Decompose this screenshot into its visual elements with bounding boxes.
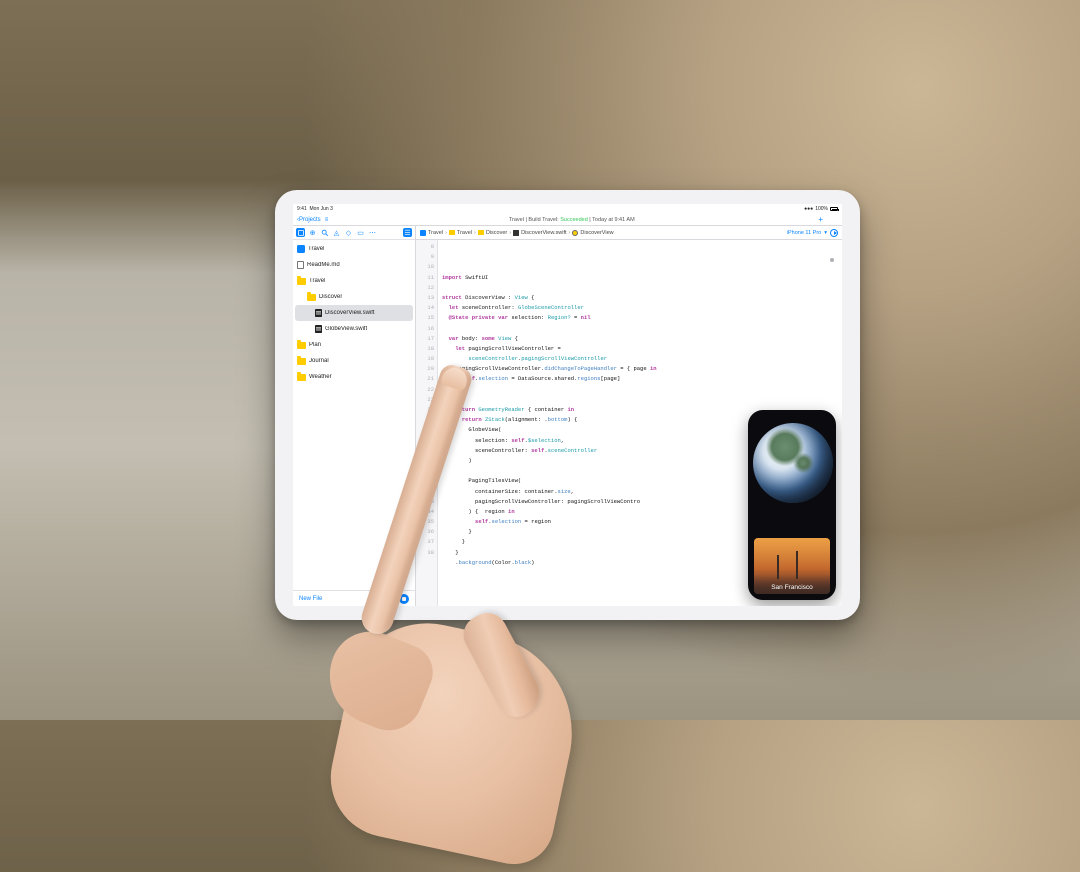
navigator-tabs: ⊕ ◬ ◇ ▭ ⋯ ☰ [293, 226, 415, 240]
folder-icon [297, 358, 306, 365]
editor-pane: Travel›Travel›Discover›DiscoverView.swif… [416, 226, 842, 606]
debug-nav-icon[interactable]: ▭ [356, 228, 365, 237]
line-gutter: 8910111213141516171819202122232425262728… [416, 240, 438, 606]
file-name: Weather [309, 374, 332, 380]
title-bar: ‹Projects ≡ Travel | Build Travel: Succe… [293, 214, 842, 226]
gear-icon [572, 230, 578, 236]
file-name: Travel [309, 278, 325, 284]
file-row[interactable]: Travel [293, 241, 415, 257]
test-nav-icon[interactable]: ◇ [344, 228, 353, 237]
add-button[interactable]: + [815, 215, 826, 224]
file-row[interactable]: DiscoverView.swift [295, 305, 413, 321]
project-nav-icon[interactable] [296, 228, 305, 237]
file-name: Discover [319, 294, 342, 300]
ipad-device: 9:41 Mon Jun 3 ●●● 100% ‹Projects ≡ Trav… [275, 190, 860, 620]
destination-tile: San Francisco [754, 538, 830, 594]
file-row[interactable]: Plan [293, 337, 415, 353]
status-indicators: ●●● 100% [804, 206, 838, 212]
battery-icon [830, 207, 838, 211]
file-row[interactable]: Journal [293, 353, 415, 369]
back-button[interactable]: ‹Projects [297, 217, 321, 223]
globe-image [753, 423, 833, 503]
breadcrumb-item[interactable]: Discover [478, 230, 507, 236]
build-status: Travel | Build Travel: Succeeded | Today… [332, 217, 811, 223]
tile-label: San Francisco [754, 584, 830, 591]
swift-file-icon [315, 309, 322, 317]
xcode-app: 9:41 Mon Jun 3 ●●● 100% ‹Projects ≡ Trav… [293, 204, 842, 606]
folder-icon [297, 278, 306, 285]
navigator-sidebar: ⊕ ◬ ◇ ▭ ⋯ ☰ Travel ReadMe.md Travel Discove… [293, 226, 416, 606]
source-control-icon[interactable]: ⊕ [308, 228, 317, 237]
jump-bar[interactable]: Travel›Travel›Discover›DiscoverView.swif… [416, 226, 842, 240]
breadcrumb-item[interactable]: DiscoverView.swift [513, 230, 566, 236]
folder-icon [297, 342, 306, 349]
lines-icon[interactable]: ≡ [325, 217, 329, 223]
file-tree: Travel ReadMe.md Travel Discover DiscoverVie… [293, 240, 415, 590]
file-row[interactable]: Travel [293, 273, 415, 289]
canvas-preview[interactable]: San Francisco [748, 410, 836, 600]
file-row[interactable]: Weather [293, 369, 415, 385]
file-row[interactable]: GlobeView.swift [293, 321, 415, 337]
file-name: ReadMe.md [307, 262, 340, 268]
file-name: Plan [309, 342, 321, 348]
app-icon [297, 245, 305, 253]
file-row[interactable]: Discover [293, 289, 415, 305]
scheme-selector[interactable]: iPhone 11 Pro ▾ [787, 229, 838, 237]
folder-icon [478, 230, 484, 235]
new-file-button[interactable]: New File [299, 596, 322, 602]
folder-icon [307, 294, 316, 301]
more-nav-icon[interactable]: ⋯ [368, 228, 377, 237]
file-name: DiscoverView.swift [325, 310, 375, 316]
device-notch [773, 413, 811, 422]
swift-file-icon [315, 325, 322, 333]
file-row[interactable]: ReadMe.md [293, 257, 415, 273]
wifi-icon: ●●● [804, 206, 813, 212]
file-name: Journal [309, 358, 329, 364]
file-name: GlobeView.swift [325, 326, 367, 332]
run-destination-icon: ▾ [824, 230, 827, 236]
minimap-marker [830, 258, 834, 262]
outline-toggle-icon[interactable]: ☰ [403, 228, 412, 237]
breadcrumb-item[interactable]: DiscoverView [572, 230, 613, 236]
folder-icon [449, 230, 455, 235]
issue-nav-icon[interactable]: ◬ [332, 228, 341, 237]
run-button[interactable] [830, 229, 838, 237]
status-bar: 9:41 Mon Jun 3 ●●● 100% [293, 204, 842, 214]
status-time: 9:41 Mon Jun 3 [297, 206, 333, 212]
sw-icon [513, 230, 519, 236]
breadcrumb-item[interactable]: Travel [449, 230, 472, 236]
breadcrumb-item[interactable]: Travel [420, 230, 443, 236]
folder-icon [297, 374, 306, 381]
search-nav-icon[interactable] [320, 228, 329, 237]
document-icon [297, 261, 304, 269]
filter-button[interactable] [399, 594, 409, 604]
app-icon [420, 230, 426, 236]
file-name: Travel [308, 246, 324, 252]
navigator-footer: New File [293, 590, 415, 606]
